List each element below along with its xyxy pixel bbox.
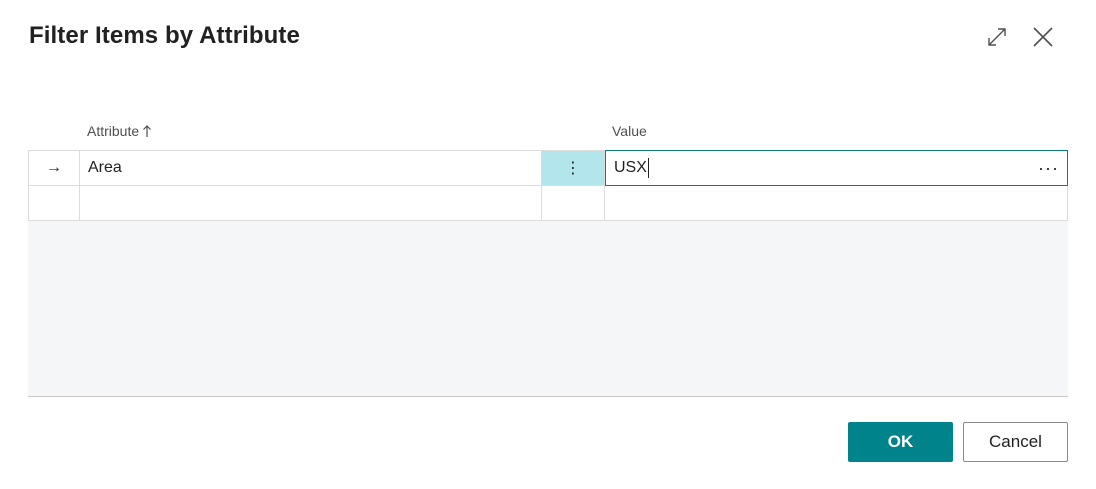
attribute-cell[interactable]: Area xyxy=(80,151,542,185)
value-input[interactable]: USX xyxy=(614,159,647,177)
column-header-value-label: Value xyxy=(612,123,647,139)
title-actions xyxy=(982,22,1058,52)
lookup-ellipsis-icon[interactable]: ··· xyxy=(1038,159,1059,177)
column-header-attribute-label: Attribute xyxy=(87,123,140,139)
table-row[interactable] xyxy=(28,186,1068,221)
value-cell[interactable] xyxy=(605,186,1068,220)
row-indicator xyxy=(28,186,80,220)
dialog-title: Filter Items by Attribute xyxy=(29,22,300,49)
sort-ascending-icon xyxy=(142,124,152,138)
column-header-value[interactable]: Value xyxy=(612,123,647,139)
column-headers: Attribute Value xyxy=(28,112,1068,150)
value-cell[interactable]: USX ··· xyxy=(605,150,1068,186)
filter-items-dialog: Filter Items by Attribute Attribute Valu… xyxy=(0,0,1096,489)
grid-rows: → Area ⋮ USX ··· xyxy=(28,150,1068,221)
close-icon[interactable] xyxy=(1028,22,1058,52)
attribute-cell[interactable] xyxy=(80,186,542,220)
cancel-button[interactable]: Cancel xyxy=(963,422,1068,462)
dialog-footer: OK Cancel xyxy=(848,422,1068,462)
attribute-filter-grid: Attribute Value → Area ⋮ USX ··· xyxy=(28,112,1068,397)
grid-empty-area xyxy=(28,221,1068,397)
text-caret xyxy=(647,158,649,178)
ok-button[interactable]: OK xyxy=(848,422,953,462)
row-menu-icon[interactable]: ⋮ xyxy=(542,151,605,185)
table-row[interactable]: → Area ⋮ USX ··· xyxy=(28,150,1068,186)
row-indicator-arrow-icon: → xyxy=(28,151,80,185)
expand-icon[interactable] xyxy=(982,22,1012,52)
row-menu[interactable] xyxy=(542,186,605,220)
column-header-attribute[interactable]: Attribute xyxy=(87,123,152,139)
